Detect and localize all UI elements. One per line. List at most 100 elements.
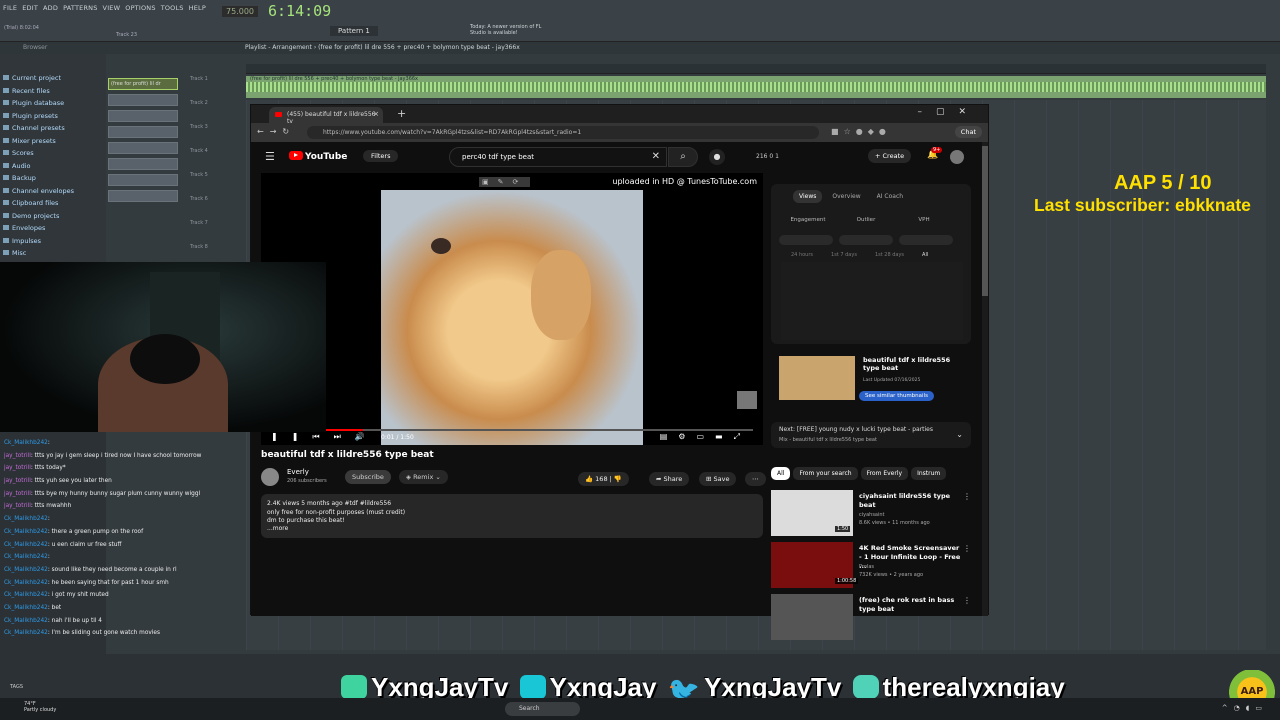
forward-icon[interactable]: → bbox=[270, 127, 283, 136]
weather-widget[interactable]: 74°F Partly cloudy bbox=[24, 701, 56, 713]
track-label[interactable]: Track 8 bbox=[190, 244, 208, 250]
like-button[interactable]: 👍 168 | 👎 bbox=[578, 472, 630, 486]
save-button[interactable]: ⊞ Save bbox=[699, 472, 737, 486]
chip-instrumental[interactable]: Instrum bbox=[911, 467, 947, 480]
close-window-icon[interactable]: ✕ bbox=[958, 107, 980, 117]
browser-item[interactable]: Envelopes bbox=[0, 222, 106, 235]
channel-name[interactable]: Everly bbox=[287, 468, 309, 476]
search-input[interactable]: perc40 tdf type beat ✕ bbox=[449, 147, 667, 167]
more-actions-button[interactable]: ⋯ bbox=[745, 472, 766, 486]
chat-button[interactable]: Chat bbox=[954, 126, 982, 138]
back-icon[interactable]: ← bbox=[257, 127, 270, 136]
chat-username[interactable]: jay_totrill bbox=[4, 503, 31, 509]
audio-clip[interactable]: (free for profit) lil dre 556 + prec40 +… bbox=[246, 76, 1266, 98]
browser-item[interactable]: Impulses bbox=[0, 235, 106, 248]
next-icon[interactable]: ⏭ bbox=[334, 432, 355, 441]
chevron-up-icon[interactable]: ^ bbox=[1222, 704, 1234, 712]
tab-overview[interactable]: Overview bbox=[826, 190, 866, 203]
track-label[interactable]: Track 1 bbox=[190, 76, 208, 82]
fullscreen-icon[interactable]: ⤢ bbox=[734, 432, 751, 441]
track-label[interactable]: Track 3 bbox=[190, 124, 208, 130]
miniplayer-icon[interactable]: ▭ bbox=[696, 432, 715, 441]
menu-view[interactable]: VIEW bbox=[103, 4, 121, 12]
show-more-link[interactable]: ...more bbox=[267, 525, 757, 533]
chat-username[interactable]: Ck_Malikhb242 bbox=[4, 567, 48, 573]
pattern-clip[interactable] bbox=[108, 126, 178, 138]
browser-item[interactable]: Scores bbox=[0, 147, 106, 160]
chat-username[interactable]: Ck_Malikhb242 bbox=[4, 516, 48, 522]
browser-item[interactable]: Mixer presets bbox=[0, 135, 106, 148]
menu-icon[interactable]: ☰ bbox=[265, 150, 275, 163]
menu-help[interactable]: HELP bbox=[189, 4, 206, 12]
menu-edit[interactable]: EDIT bbox=[22, 4, 38, 12]
browser-item[interactable]: Plugin presets bbox=[0, 110, 106, 123]
pattern-clip[interactable] bbox=[108, 94, 178, 106]
rec-title[interactable]: ciyahsaint lildre556 type beat bbox=[859, 492, 963, 510]
pattern-selector[interactable]: Pattern 1 bbox=[330, 26, 378, 36]
pattern-clip[interactable] bbox=[108, 174, 178, 186]
minimize-icon[interactable]: – bbox=[917, 107, 936, 117]
wifi-icon[interactable]: ◔ bbox=[1234, 704, 1246, 712]
rec-channel[interactable]: ciyahsaint bbox=[859, 512, 885, 518]
battery-icon[interactable]: ▭ bbox=[1255, 704, 1268, 712]
close-tab-icon[interactable]: × bbox=[373, 110, 379, 118]
browser-item[interactable]: Plugin database bbox=[0, 97, 106, 110]
pattern-clip[interactable] bbox=[108, 142, 178, 154]
bookmark-star-icon[interactable]: ☆ bbox=[844, 127, 856, 136]
chip-from-search[interactable]: From your search bbox=[793, 467, 858, 480]
account-avatar[interactable] bbox=[950, 150, 964, 164]
channel-watermark[interactable] bbox=[737, 391, 757, 409]
see-similar-button[interactable]: See similar thumbnails bbox=[859, 391, 934, 401]
chat-username[interactable]: Ck_Malikhb242 bbox=[4, 554, 48, 560]
chat-username[interactable]: jay_totrill bbox=[4, 478, 31, 484]
browser-item[interactable]: Channel envelopes bbox=[0, 185, 106, 198]
page-scrollbar[interactable] bbox=[982, 142, 988, 616]
chat-username[interactable]: Ck_Malikhb242 bbox=[4, 618, 48, 624]
create-button[interactable]: + Create bbox=[868, 149, 912, 163]
previous-icon[interactable]: ⏮ bbox=[312, 432, 333, 441]
similar-thumbnail[interactable] bbox=[779, 356, 855, 400]
browser-item[interactable]: Demo projects bbox=[0, 210, 106, 223]
filters-button[interactable]: Filters bbox=[363, 150, 399, 162]
rec-channel[interactable]: Prolas bbox=[859, 564, 874, 570]
chat-username[interactable]: Ck_Malikhb242 bbox=[4, 542, 48, 548]
pattern-clip[interactable]: (free for profit) lil dr bbox=[108, 78, 178, 90]
next-in-mix[interactable]: Next: [FREE] young nudy x lucki type bea… bbox=[771, 422, 971, 448]
volume-icon[interactable]: 🔊 bbox=[355, 432, 379, 441]
scrollbar-thumb[interactable] bbox=[982, 146, 988, 296]
voice-search-icon[interactable]: ● bbox=[709, 149, 725, 165]
more-options-icon[interactable]: ⋮ bbox=[963, 492, 971, 501]
chat-username[interactable]: Ck_Malikhb242 bbox=[4, 529, 48, 535]
recommended-video[interactable]: (free) che rok rest in bass type beat ⋮ bbox=[771, 594, 971, 646]
track-label[interactable]: Track 5 bbox=[190, 172, 208, 178]
range-24h[interactable]: 24 hours bbox=[791, 252, 813, 258]
browser-item[interactable]: Current project bbox=[0, 72, 106, 85]
fl-news[interactable]: Today: A newer version of FL Studio is a… bbox=[470, 24, 550, 36]
reload-icon[interactable]: ↻ bbox=[282, 127, 295, 136]
track-label[interactable]: Track 2 bbox=[190, 100, 208, 106]
extension-icon[interactable]: ● bbox=[879, 127, 891, 136]
menu-patterns[interactable]: PATTERNS bbox=[63, 4, 97, 12]
extension-icon[interactable]: ■ bbox=[831, 127, 844, 136]
rec-thumbnail[interactable] bbox=[771, 594, 853, 640]
range-7d[interactable]: 1st 7 days bbox=[831, 252, 857, 258]
captions-icon[interactable]: ▤ bbox=[660, 432, 679, 441]
tempo-display[interactable]: 75.000 bbox=[222, 6, 258, 17]
extension-icon[interactable]: ● bbox=[856, 127, 868, 136]
tab-views[interactable]: Views bbox=[793, 190, 823, 203]
url-field[interactable]: https://www.youtube.com/watch?v=7AkRGpl4… bbox=[307, 126, 819, 139]
more-options-icon[interactable]: ⋮ bbox=[963, 596, 971, 605]
browser-item[interactable]: Audio bbox=[0, 160, 106, 173]
rec-title[interactable]: 4K Red Smoke Screensaver - 1 Hour Infini… bbox=[859, 544, 963, 571]
menu-file[interactable]: FILE bbox=[3, 4, 17, 12]
rec-title[interactable]: (free) che rok rest in bass type beat bbox=[859, 596, 963, 614]
extension-icon[interactable]: ◆ bbox=[868, 127, 879, 136]
chat-username[interactable]: Ck_Malikhb242 bbox=[4, 592, 48, 598]
search-button[interactable]: ⌕ bbox=[668, 147, 698, 167]
chat-username[interactable]: Ck_Malikhb242 bbox=[4, 580, 48, 586]
more-options-icon[interactable]: ⋮ bbox=[963, 544, 971, 553]
subscribe-button[interactable]: Subscribe bbox=[345, 470, 391, 484]
browser-item[interactable]: Clipboard files bbox=[0, 197, 106, 210]
recommended-video[interactable]: 1:50 ciyahsaint lildre556 type beat ciyahs… bbox=[771, 490, 971, 542]
menu-options[interactable]: OPTIONS bbox=[125, 4, 155, 12]
